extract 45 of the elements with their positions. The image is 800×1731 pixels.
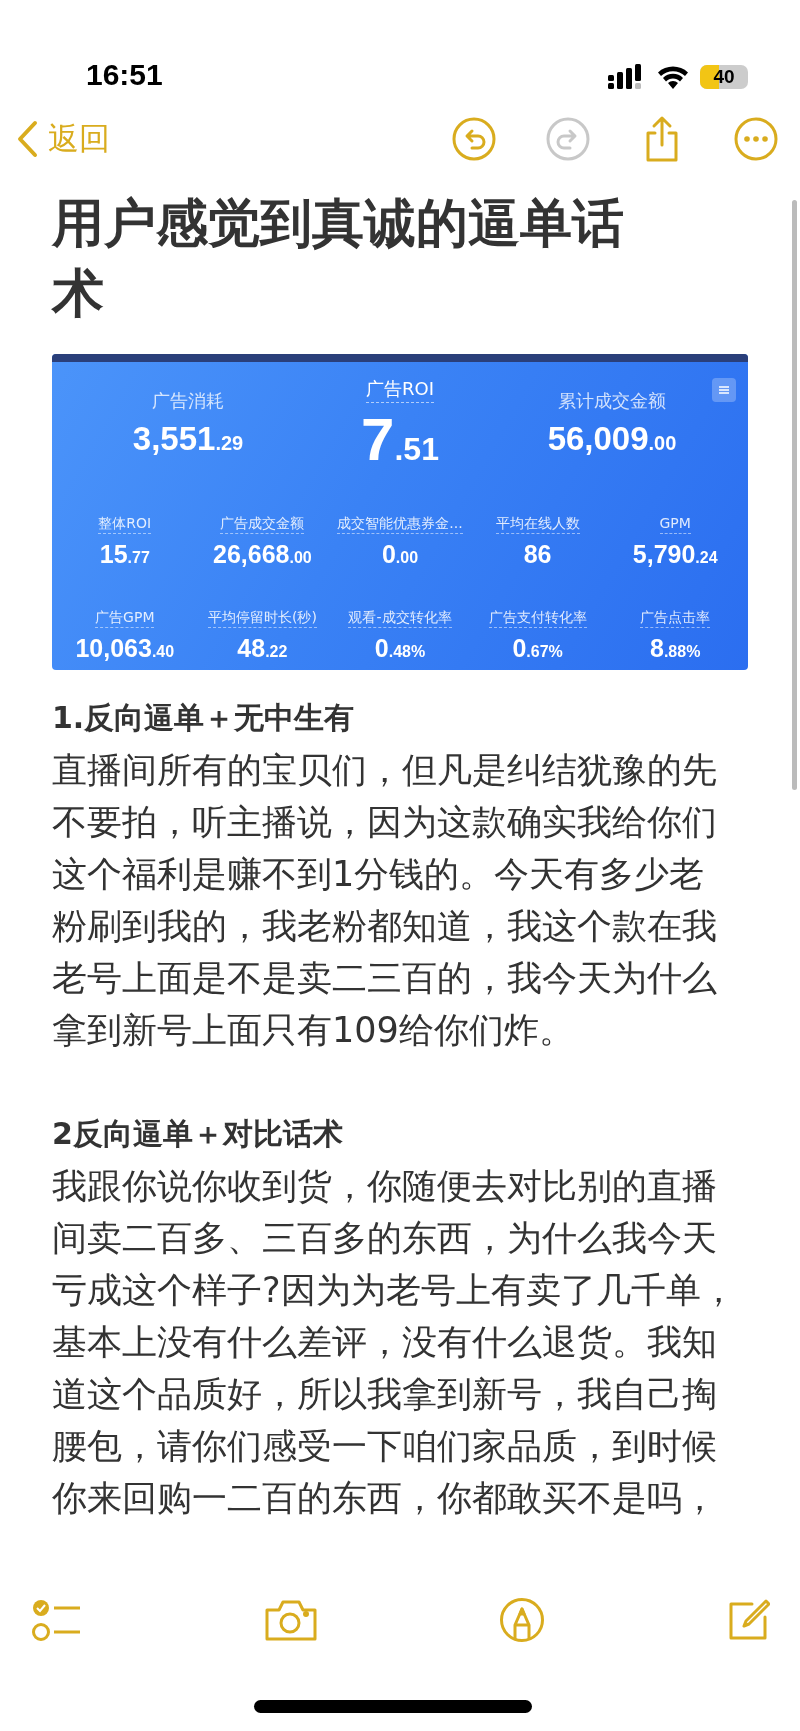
metric-value: 3,551.29 <box>132 420 244 458</box>
metric-value: 0.48% <box>374 634 426 663</box>
status-time: 16:51 <box>86 58 163 93</box>
metric-label: GPM <box>659 513 691 534</box>
metric-label: 整体ROI <box>98 513 152 534</box>
markup-icon <box>499 1597 546 1643</box>
wifi-icon <box>656 65 690 89</box>
metric-label: 广告成交金额 <box>220 513 305 534</box>
body-paragraph: 我跟你说你收到货，你随便去对比别的直播间卖二百多、三百多的东西，为什么我今天亏成这个样子?因为为老号上有卖了几千单，基本上没有什么差评，没有什么退货。我知道这个品质好，所以我拿到新号，我自己掏腰包，请你们感受一下咱们家品质，到时候你来回购一二百的东西，你都敢买不是吗， <box>52 1165 737 1520</box>
metric-value: 0.67% <box>512 634 563 663</box>
metric-value: 48.22 <box>237 634 288 663</box>
metric-label: 累计成交金额 <box>558 389 666 413</box>
metric-label: 观看-成交转化率 <box>348 607 452 628</box>
undo-button[interactable] <box>450 115 498 163</box>
note-title: 用户感觉到真诚的逼单话术 <box>52 192 625 325</box>
metric-value: 56,009.00 <box>547 420 677 458</box>
checklist-button[interactable] <box>32 1598 82 1642</box>
section-heading: 1.反向逼单＋无中生有 <box>52 699 356 737</box>
checklist-icon <box>32 1598 82 1642</box>
body-paragraph: 直播间所有的宝贝们，但凡是纠结犹豫的先不要拍，听主播说，因为这款确实我给你们这个福利是赚不到1分钱的。今天有多少老粉刷到我的，我老粉都知道，我这个款在我老号上面是不是卖二三百的，我今天为什么拿到新号上面只有109给你们炸。 <box>52 749 718 1052</box>
metric-value: 15.77 <box>99 540 150 569</box>
back-button[interactable]: 返回 <box>16 118 110 160</box>
undo-icon <box>451 116 497 162</box>
metric-value: 10,063.40 <box>75 634 175 663</box>
metric-value: 5,790.24 <box>632 540 718 569</box>
metric-value: 0.00 <box>381 540 419 569</box>
more-icon <box>733 116 779 162</box>
metric-value: 26,668.00 <box>213 540 312 569</box>
chevron-icon <box>16 120 38 158</box>
metric-label: 广告GPM <box>95 607 155 628</box>
markup-button[interactable] <box>499 1597 546 1643</box>
settings-icon <box>712 378 736 402</box>
metric-value: 8.88% <box>650 634 701 663</box>
metric-value: 86 <box>523 540 552 569</box>
metric-label: 平均在线人数 <box>495 513 580 534</box>
metric-value: 7.51 <box>361 409 439 475</box>
metric-label: 广告支付转化率 <box>488 607 587 628</box>
metric-label: 成交智能优惠券金... <box>337 513 463 534</box>
metric-label: 广告ROI <box>366 376 434 403</box>
metric-label: 广告消耗 <box>152 389 224 413</box>
more-button[interactable] <box>732 115 780 163</box>
section-heading: 2反向逼单＋对比话术 <box>52 1115 344 1153</box>
metric-label: 广告点击率 <box>640 607 711 628</box>
redo-icon <box>545 116 591 162</box>
metric-label: 平均停留时长(秒) <box>207 607 317 628</box>
